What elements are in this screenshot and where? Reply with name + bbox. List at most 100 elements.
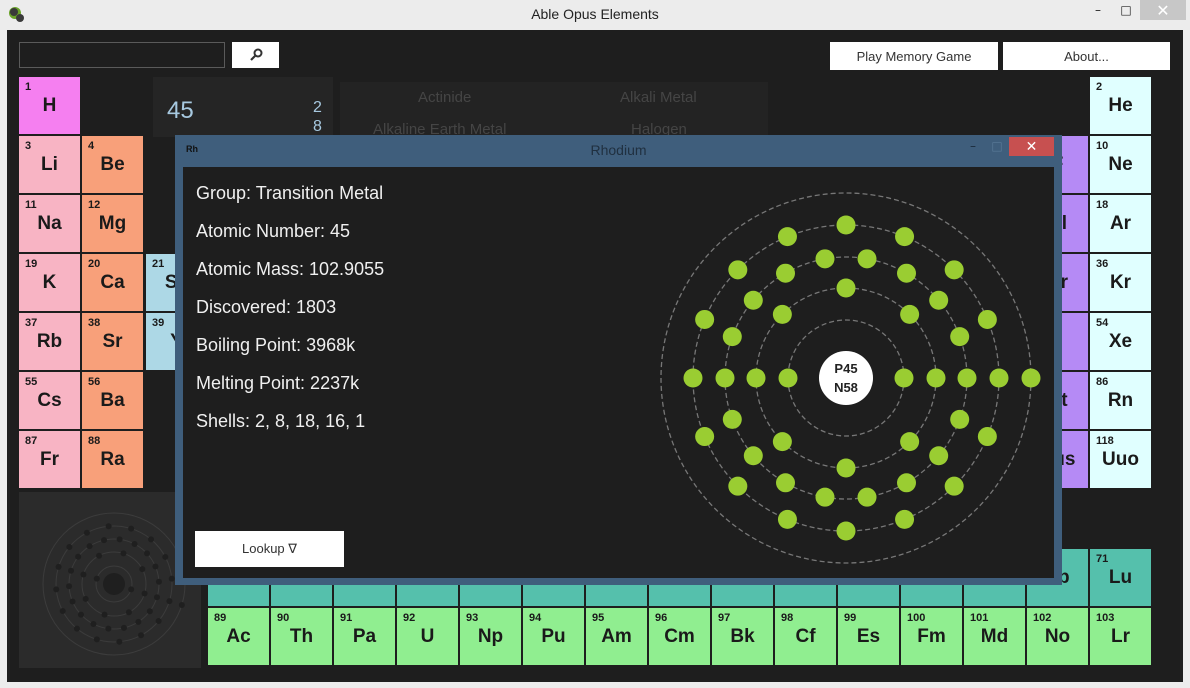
element-number: 94 <box>529 612 542 624</box>
element-cell-cf[interactable]: 98 Cf <box>775 608 836 665</box>
element-cell-kr[interactable]: 36 Kr <box>1090 254 1151 311</box>
dialog-maximize-button[interactable]: □ <box>987 139 1007 155</box>
search-button[interactable] <box>232 42 279 68</box>
element-cell-cm[interactable]: 96 Cm <box>649 608 710 665</box>
maximize-button[interactable]: □ <box>1111 0 1141 20</box>
electron <box>897 263 916 283</box>
preview-electron <box>120 624 127 631</box>
electron <box>900 304 920 324</box>
preview-electron <box>139 566 146 573</box>
element-cell-md[interactable]: 101 Md <box>964 608 1025 665</box>
element-number: 21 <box>152 258 165 270</box>
element-cell-be[interactable]: 4 Be <box>82 136 143 193</box>
element-cell-na[interactable]: 11 Na <box>19 195 80 252</box>
element-symbol: Ne <box>1108 154 1133 175</box>
element-number: 88 <box>88 435 101 447</box>
element-cell-k[interactable]: 19 K <box>19 254 80 311</box>
element-cell-bk[interactable]: 97 Bk <box>712 608 773 665</box>
element-number: 100 <box>907 612 926 624</box>
element-symbol: Es <box>856 626 881 647</box>
minimize-button[interactable]: – <box>1083 0 1113 20</box>
element-symbol: H <box>42 95 57 116</box>
element-cell-rn[interactable]: 86 Rn <box>1090 372 1151 429</box>
preview-electron <box>55 563 62 570</box>
element-number: 118 <box>1096 435 1114 447</box>
proton-count: P45 <box>834 361 857 376</box>
element-cell-xe[interactable]: 54 Xe <box>1090 313 1151 370</box>
element-cell-ne[interactable]: 10 Ne <box>1090 136 1151 193</box>
search-input[interactable] <box>19 42 225 68</box>
search-icon <box>249 48 262 61</box>
preview-electron <box>101 537 108 544</box>
element-number: 36 <box>1096 258 1109 270</box>
nucleus <box>819 351 873 405</box>
preview-electron <box>105 523 112 530</box>
legend-actinide[interactable]: Actinide <box>418 89 471 106</box>
element-cell-uuo[interactable]: 118 Uuo <box>1090 431 1151 488</box>
preview-electron <box>66 543 73 550</box>
preview-electron <box>90 621 97 628</box>
legend-alkali-metal[interactable]: Alkali Metal <box>620 89 697 106</box>
prop-group: Group: Transition Metal <box>196 183 384 203</box>
preview-electron <box>101 611 108 618</box>
electron <box>977 309 997 329</box>
element-cell-h[interactable]: 1H <box>19 77 80 134</box>
electron <box>929 446 949 466</box>
close-button[interactable]: ✕ <box>1140 0 1186 20</box>
element-cell-fr[interactable]: 87 Fr <box>19 431 80 488</box>
electron <box>897 473 916 493</box>
electron <box>957 368 977 388</box>
preview-electron <box>116 638 123 645</box>
element-cell-es[interactable]: 99 Es <box>838 608 899 665</box>
element-number: 38 <box>88 317 101 329</box>
element-cell-np[interactable]: 93 Np <box>460 608 521 665</box>
preview-electron <box>155 618 162 625</box>
element-cell-th[interactable]: 90 Th <box>271 608 332 665</box>
dialog-minimize-button[interactable]: – <box>963 139 983 155</box>
element-cell-ra[interactable]: 88 Ra <box>82 431 143 488</box>
element-cell-pa[interactable]: 91 Pa <box>334 608 395 665</box>
main-area: Play Memory Game About... 45 2 8 Actinid… <box>7 30 1183 682</box>
electron <box>900 432 920 452</box>
element-cell-ac[interactable]: 89 Ac <box>208 608 269 665</box>
element-symbol: Sr <box>102 331 123 352</box>
element-cell-lu[interactable]: 71 Lu <box>1090 549 1151 606</box>
element-cell-lr[interactable]: 103 Lr <box>1090 608 1151 665</box>
element-cell-u[interactable]: 92 U <box>397 608 458 665</box>
element-cell-he[interactable]: 2 He <box>1090 77 1151 134</box>
maximize-icon: □ <box>991 139 1003 153</box>
element-cell-ca[interactable]: 20 Ca <box>82 254 143 311</box>
preview-electron <box>68 567 75 574</box>
close-icon: ✕ <box>1156 0 1170 20</box>
play-memory-game-button[interactable]: Play Memory Game <box>830 42 998 70</box>
element-symbol: No <box>1044 626 1071 647</box>
element-symbol: Ac <box>226 626 251 647</box>
electron <box>728 476 748 496</box>
element-cell-fm[interactable]: 100 Fm <box>901 608 962 665</box>
preview-electron <box>116 536 123 543</box>
preview-electron <box>120 550 127 557</box>
preview-electron <box>125 609 132 616</box>
element-cell-sr[interactable]: 38 Sr <box>82 313 143 370</box>
element-cell-pu[interactable]: 94 Pu <box>523 608 584 665</box>
dialog-close-button[interactable]: ✕ <box>1009 137 1054 156</box>
about-button[interactable]: About... <box>1003 42 1170 70</box>
electron <box>728 260 748 280</box>
electron <box>683 368 703 388</box>
element-cell-li[interactable]: 3 Li <box>19 136 80 193</box>
electron <box>895 227 915 247</box>
element-cell-ba[interactable]: 56 Ba <box>82 372 143 429</box>
prop-discovered: Discovered: 1803 <box>196 297 337 317</box>
minimize-icon: – <box>970 139 976 153</box>
element-cell-cs[interactable]: 55 Cs <box>19 372 80 429</box>
element-number: 56 <box>88 376 101 388</box>
element-cell-am[interactable]: 95 Am <box>586 608 647 665</box>
element-cell-ar[interactable]: 18 Ar <box>1090 195 1151 252</box>
atom-preview-graphic <box>42 512 186 656</box>
element-cell-mg[interactable]: 12 Mg <box>82 195 143 252</box>
element-cell-no[interactable]: 102 No <box>1027 608 1088 665</box>
element-cell-rb[interactable]: 37 Rb <box>19 313 80 370</box>
element-symbol: Lr <box>1111 626 1130 647</box>
preview-electron <box>131 540 138 547</box>
lookup-button[interactable]: Lookup ∇ <box>195 531 344 567</box>
